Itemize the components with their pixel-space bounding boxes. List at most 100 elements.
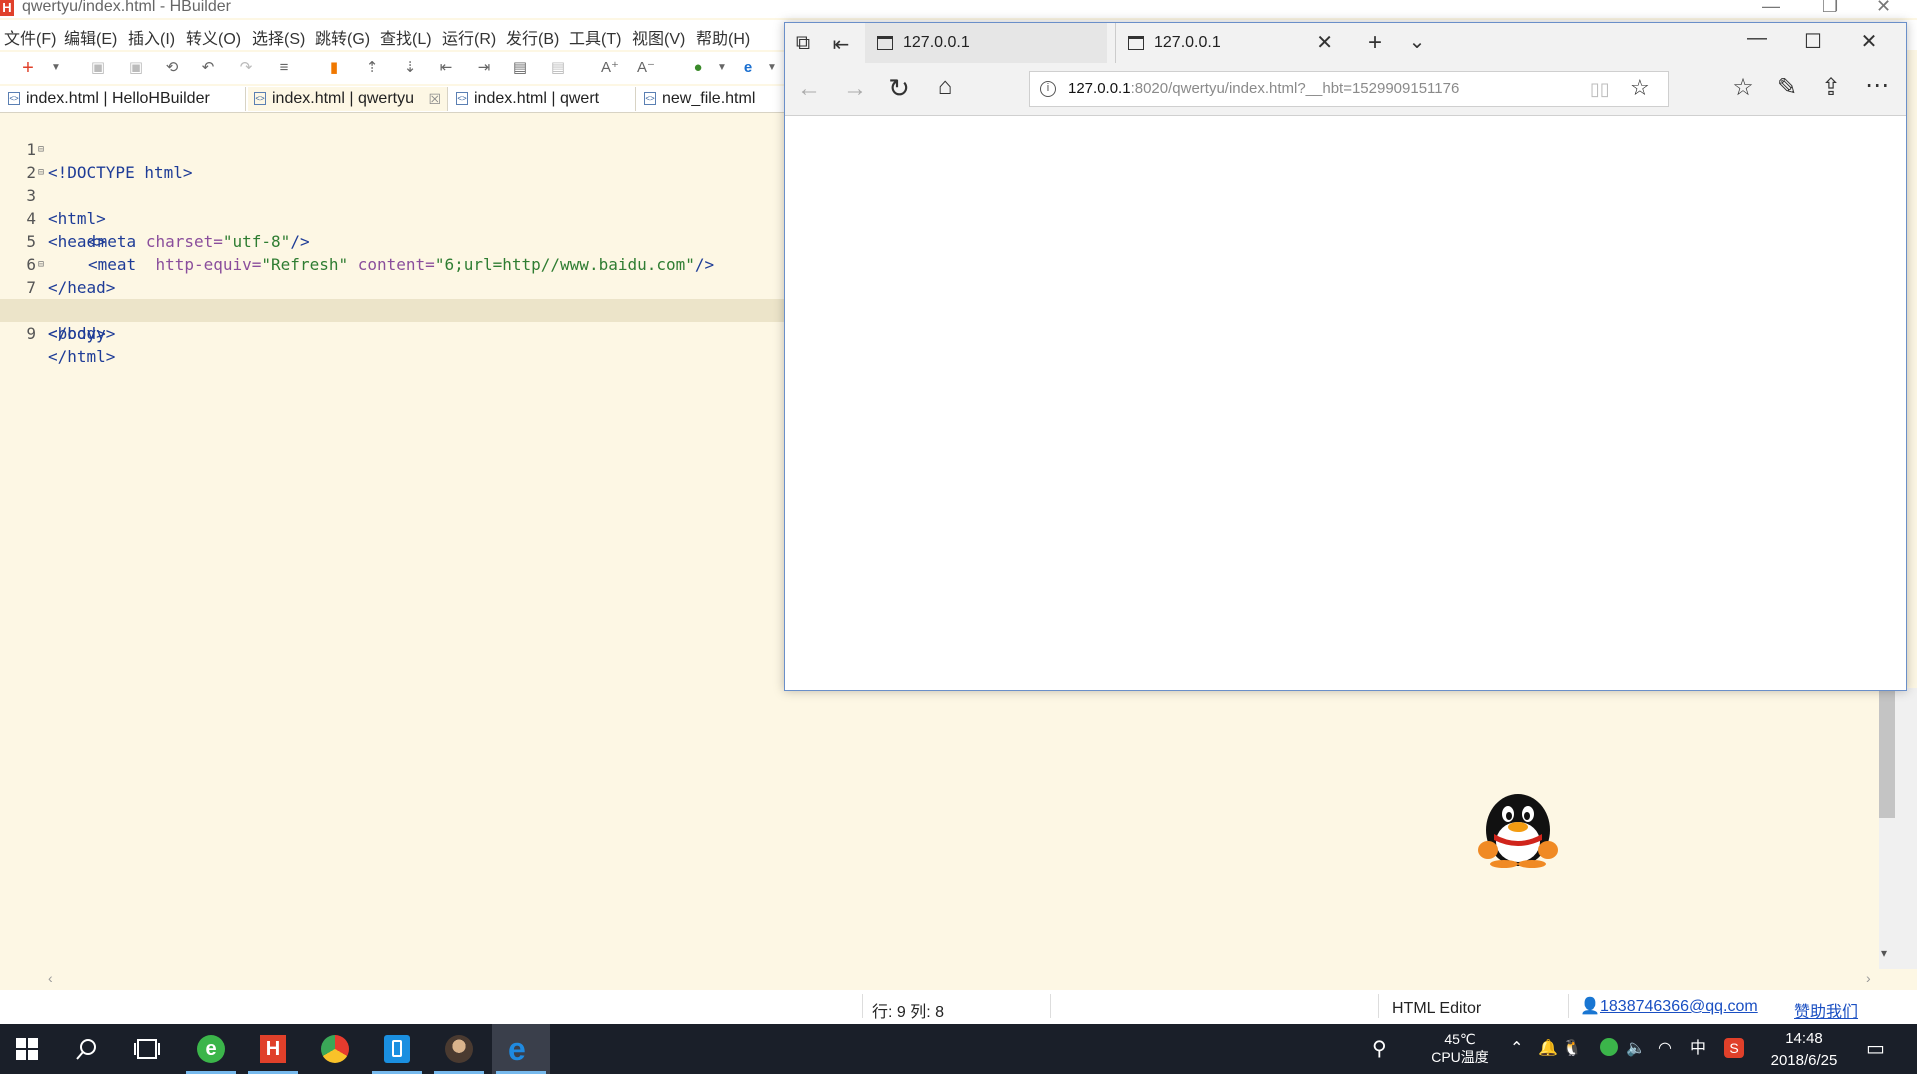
tab-qwert[interactable]: <> index.html | qwert xyxy=(450,87,636,111)
task-view-button[interactable] xyxy=(118,1024,176,1074)
menu-run[interactable]: 运行(R) xyxy=(442,25,496,49)
browser-preview-icon[interactable]: e xyxy=(738,58,758,78)
tab-qwertyu[interactable]: <> index.html | qwertyu ☒ xyxy=(248,87,448,111)
home-icon[interactable]: ⌂ xyxy=(931,73,959,101)
security-tray-icon[interactable] xyxy=(1600,1038,1618,1056)
run-icon[interactable]: ● xyxy=(688,58,708,78)
new-tab-icon[interactable]: + xyxy=(1363,29,1387,57)
reading-view-icon[interactable]: ▯▯ xyxy=(1590,72,1610,106)
menu-publish[interactable]: 发行(B) xyxy=(506,25,559,49)
tab-hellohbuilder[interactable]: <> index.html | HelloHBuilder xyxy=(2,87,246,111)
redo-icon[interactable]: ↷ xyxy=(236,58,256,78)
tab-list-chevron-icon[interactable]: ⌄ xyxy=(1405,29,1429,54)
next-bookmark-icon[interactable]: ⇣ xyxy=(400,58,420,78)
edge-tab-active[interactable]: 127.0.0.1 ✕ xyxy=(1115,23,1347,63)
menu-help[interactable]: 帮助(H) xyxy=(696,25,750,49)
dropdown-icon[interactable]: ▼ xyxy=(46,58,66,78)
scroll-right-icon[interactable]: › xyxy=(1866,970,1871,986)
editor-vertical-scrollbar[interactable]: ▾ xyxy=(1879,688,1917,969)
sponsor-link[interactable]: 赞助我们 xyxy=(1794,998,1858,1022)
browser-dropdown-icon[interactable]: ▼ xyxy=(762,58,782,78)
people-icon[interactable]: ⚲ xyxy=(1372,1024,1387,1074)
menu-insert[interactable]: 插入(I) xyxy=(128,25,175,49)
undo-icon[interactable]: ↶ xyxy=(198,58,218,78)
menu-tools[interactable]: 工具(T) xyxy=(569,25,621,49)
format-icon[interactable]: ≡ xyxy=(274,58,294,78)
site-info-icon[interactable]: i xyxy=(1040,81,1056,97)
back-icon[interactable]: ← xyxy=(795,75,823,103)
notification-bell-icon[interactable]: 🔔 xyxy=(1538,1024,1558,1074)
address-url: 127.0.0.1:8020/qwertyu/index.html?__hbt=… xyxy=(1068,72,1459,106)
tab-close-icon[interactable]: ☒ xyxy=(428,87,441,111)
ime-indicator[interactable]: 中 xyxy=(1690,1024,1706,1074)
scrollbar-thumb[interactable] xyxy=(1879,688,1895,818)
show-hidden-icons-icon[interactable]: ⌃ xyxy=(1510,1024,1523,1074)
close-icon[interactable]: ✕ xyxy=(1857,29,1881,54)
taskbar-app-phone[interactable] xyxy=(368,1024,426,1074)
menu-escape[interactable]: 转义(O) xyxy=(186,25,241,49)
clock[interactable]: 14:48 2018/6/25 xyxy=(1760,1028,1848,1072)
revert-icon[interactable]: ⟲ xyxy=(162,58,182,78)
menu-edit[interactable]: 编辑(E) xyxy=(64,25,117,49)
new-icon[interactable]: + xyxy=(18,58,38,78)
fold-icon[interactable]: ⊟ xyxy=(38,138,44,161)
close-icon[interactable]: ✕ xyxy=(1876,0,1891,17)
html-file-icon: <> xyxy=(456,92,468,105)
menu-goto[interactable]: 跳转(G) xyxy=(315,25,370,49)
font-decrease-icon[interactable]: A⁻ xyxy=(636,58,656,78)
set-aside-tabs-icon[interactable]: ⇤ xyxy=(831,32,851,57)
editor-horizontal-scrollbar[interactable]: ‹ › xyxy=(40,970,1880,988)
qq-tray-icon[interactable]: 🐧 xyxy=(1562,1024,1582,1074)
taskbar-app-user[interactable] xyxy=(430,1024,488,1074)
address-bar[interactable]: i 127.0.0.1:8020/qwertyu/index.html?__hb… xyxy=(1029,71,1669,107)
tab-new-file[interactable]: <> new_file.html xyxy=(638,87,786,111)
save-icon[interactable]: ▣ xyxy=(88,58,108,78)
search-button[interactable] xyxy=(58,1024,116,1074)
taskbar-app-hbuilder[interactable]: H xyxy=(244,1024,302,1074)
qq-penguin-icon[interactable] xyxy=(1474,786,1562,868)
favorite-star-icon[interactable]: ☆ xyxy=(1630,71,1650,105)
scroll-left-icon[interactable]: ‹ xyxy=(48,970,53,986)
comment-icon[interactable]: ▤ xyxy=(510,58,530,78)
taskbar-app-360browser[interactable]: e xyxy=(182,1024,240,1074)
taskbar-app-edge[interactable]: e xyxy=(492,1024,550,1074)
scroll-down-icon[interactable]: ▾ xyxy=(1881,946,1887,960)
more-options-icon[interactable]: ⋯ xyxy=(1861,71,1893,100)
forward-icon[interactable]: → xyxy=(841,75,869,103)
run-dropdown-icon[interactable]: ▼ xyxy=(712,58,732,78)
favorites-hub-icon[interactable]: ☆ xyxy=(1729,73,1757,102)
minimize-icon[interactable]: — xyxy=(1762,0,1780,17)
bookmark-icon[interactable]: ▮ xyxy=(324,58,344,78)
start-button[interactable] xyxy=(0,1024,58,1074)
code-text: </html> xyxy=(48,345,115,368)
edge-tab[interactable]: 127.0.0.1 xyxy=(865,23,1107,63)
edge-tab-label: 127.0.0.1 xyxy=(903,34,970,51)
volume-icon[interactable]: 🔈 xyxy=(1626,1024,1646,1074)
restore-icon[interactable]: ❐ xyxy=(1822,0,1838,17)
indent-left-icon[interactable]: ⇤ xyxy=(436,58,456,78)
tab-close-icon[interactable]: ✕ xyxy=(1316,23,1333,63)
menu-select[interactable]: 选择(S) xyxy=(252,25,305,49)
share-icon[interactable]: ⇪ xyxy=(1817,73,1845,102)
refresh-icon[interactable]: ↻ xyxy=(885,73,913,104)
maximize-icon[interactable]: ☐ xyxy=(1801,29,1825,54)
font-increase-icon[interactable]: A⁺ xyxy=(600,58,620,78)
menu-file[interactable]: 文件(F) xyxy=(4,25,56,49)
prev-bookmark-icon[interactable]: ⇡ xyxy=(362,58,382,78)
sogou-icon[interactable]: S xyxy=(1724,1038,1744,1058)
minimize-icon[interactable]: — xyxy=(1745,27,1769,50)
menu-find[interactable]: 查找(L) xyxy=(380,25,432,49)
fold-icon[interactable]: ⊟ xyxy=(38,161,44,184)
indent-right-icon[interactable]: ⇥ xyxy=(474,58,494,78)
uncomment-icon[interactable]: ▤ xyxy=(548,58,568,78)
action-center-icon[interactable]: ▭ xyxy=(1866,1024,1885,1074)
menu-view[interactable]: 视图(V) xyxy=(632,25,685,49)
taskbar-app-chrome[interactable] xyxy=(306,1024,364,1074)
tab-preview-icon[interactable]: ⧉ xyxy=(793,32,813,55)
wifi-icon[interactable]: ◠ xyxy=(1658,1024,1672,1074)
web-note-icon[interactable]: ✎ xyxy=(1773,73,1801,102)
page-content[interactable] xyxy=(785,116,1906,690)
account-link[interactable]: 1838746366@qq.com xyxy=(1600,998,1758,1016)
fold-icon[interactable]: ⊟ xyxy=(38,253,44,276)
save-all-icon[interactable]: ▣ xyxy=(126,58,146,78)
